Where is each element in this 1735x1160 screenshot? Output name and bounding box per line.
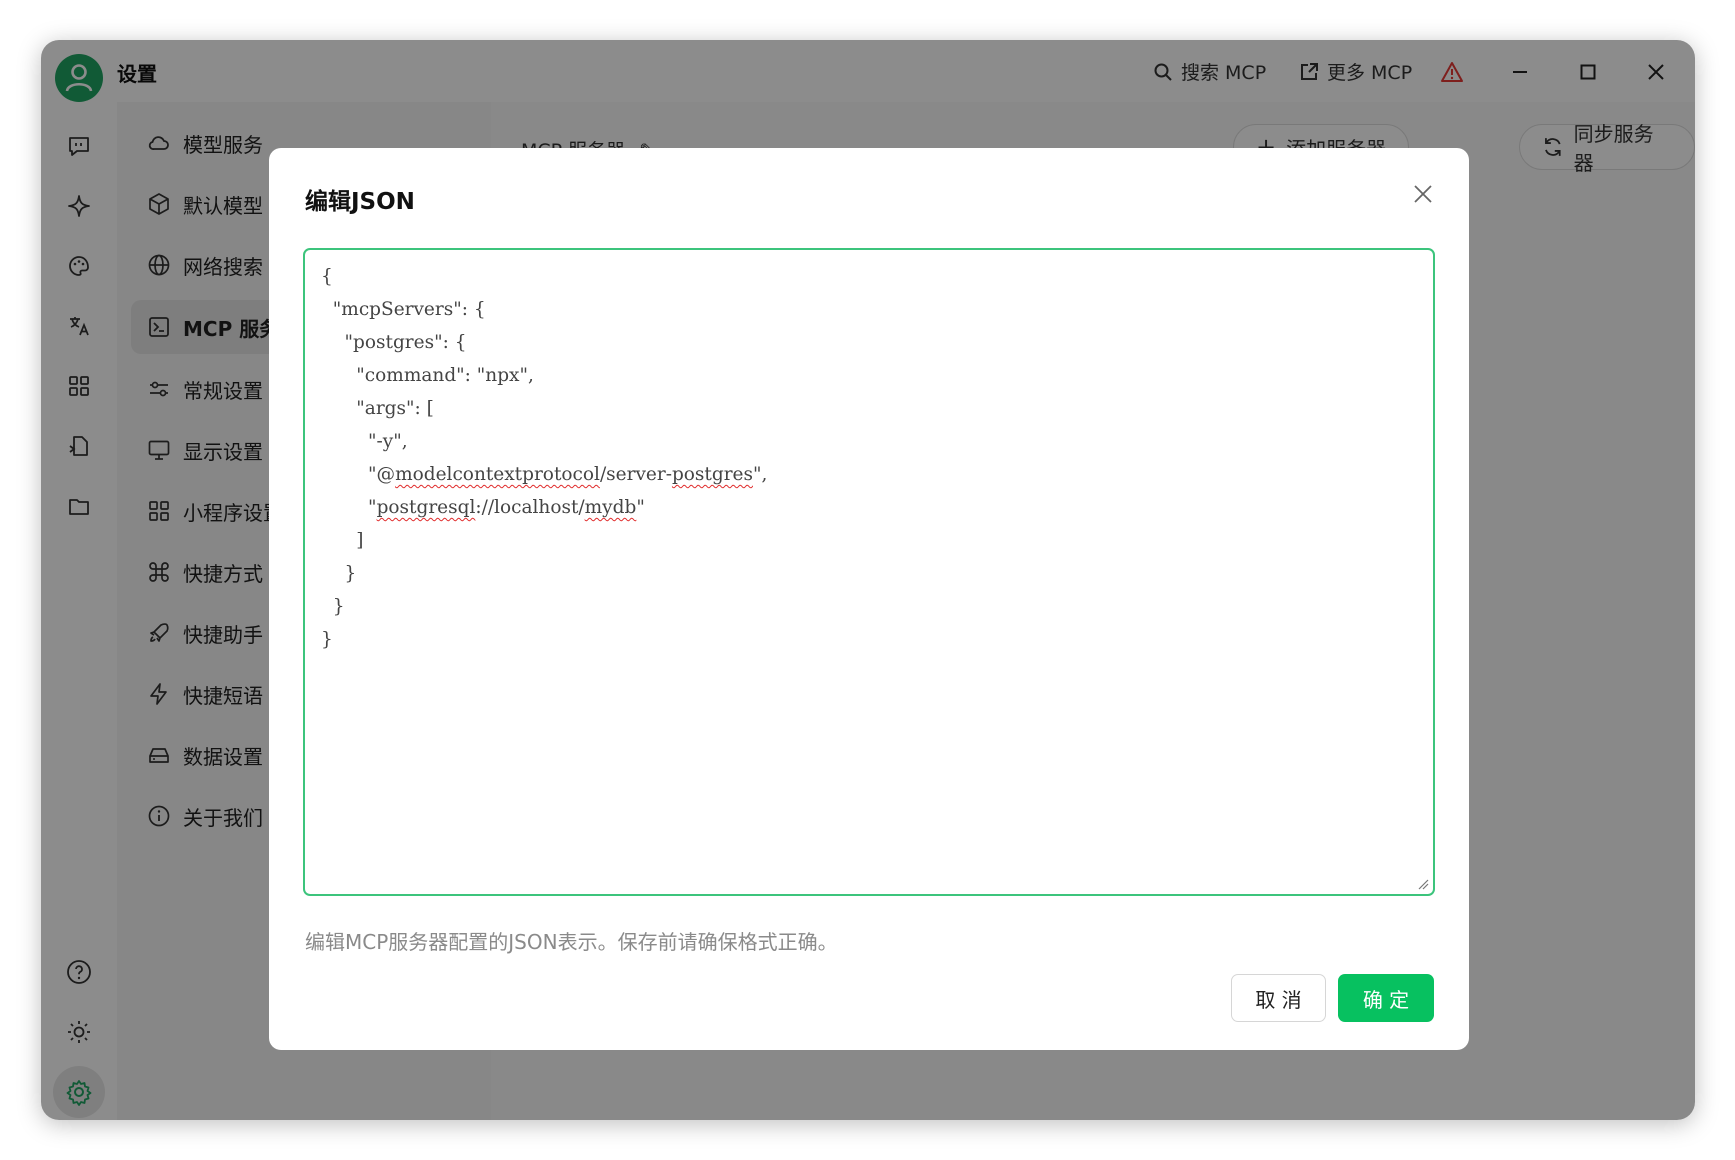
dialog-title: 编辑JSON bbox=[305, 189, 415, 215]
resize-handle-icon[interactable] bbox=[1417, 878, 1429, 890]
code-line: { bbox=[321, 266, 333, 287]
edit-json-dialog: 编辑JSON { "mcpServers": { "postgres": { "… bbox=[269, 148, 1469, 1050]
code-line: } bbox=[321, 629, 333, 650]
json-code: { "mcpServers": { "postgres": { "command… bbox=[305, 250, 1433, 656]
confirm-button[interactable]: 确 定 bbox=[1338, 974, 1434, 1022]
json-editor[interactable]: { "mcpServers": { "postgres": { "command… bbox=[303, 248, 1435, 896]
code-line: "args": [ bbox=[321, 398, 434, 419]
code-line: "postgres": { bbox=[321, 332, 467, 353]
code-line: "@modelcontextprotocol/server-postgres", bbox=[321, 464, 768, 485]
code-line: "command": "npx", bbox=[321, 365, 534, 386]
close-icon bbox=[1414, 185, 1432, 203]
code-line: "-y", bbox=[321, 431, 408, 452]
cancel-button[interactable]: 取 消 bbox=[1231, 974, 1326, 1022]
dialog-hint: 编辑MCP服务器配置的JSON表示。保存前请确保格式正确。 bbox=[305, 930, 838, 954]
code-line: "mcpServers": { bbox=[321, 299, 486, 320]
code-line: "postgresql://localhost/mydb" bbox=[321, 497, 645, 518]
code-line: } bbox=[321, 596, 345, 617]
code-line: } bbox=[321, 563, 357, 584]
app-window: 设置 搜索 MCP 更多 MCP 模型服务 默认模型 网络搜索 MCP 服务器 … bbox=[41, 40, 1695, 1120]
code-line: ] bbox=[321, 530, 364, 551]
dialog-close-button[interactable] bbox=[1405, 176, 1441, 212]
